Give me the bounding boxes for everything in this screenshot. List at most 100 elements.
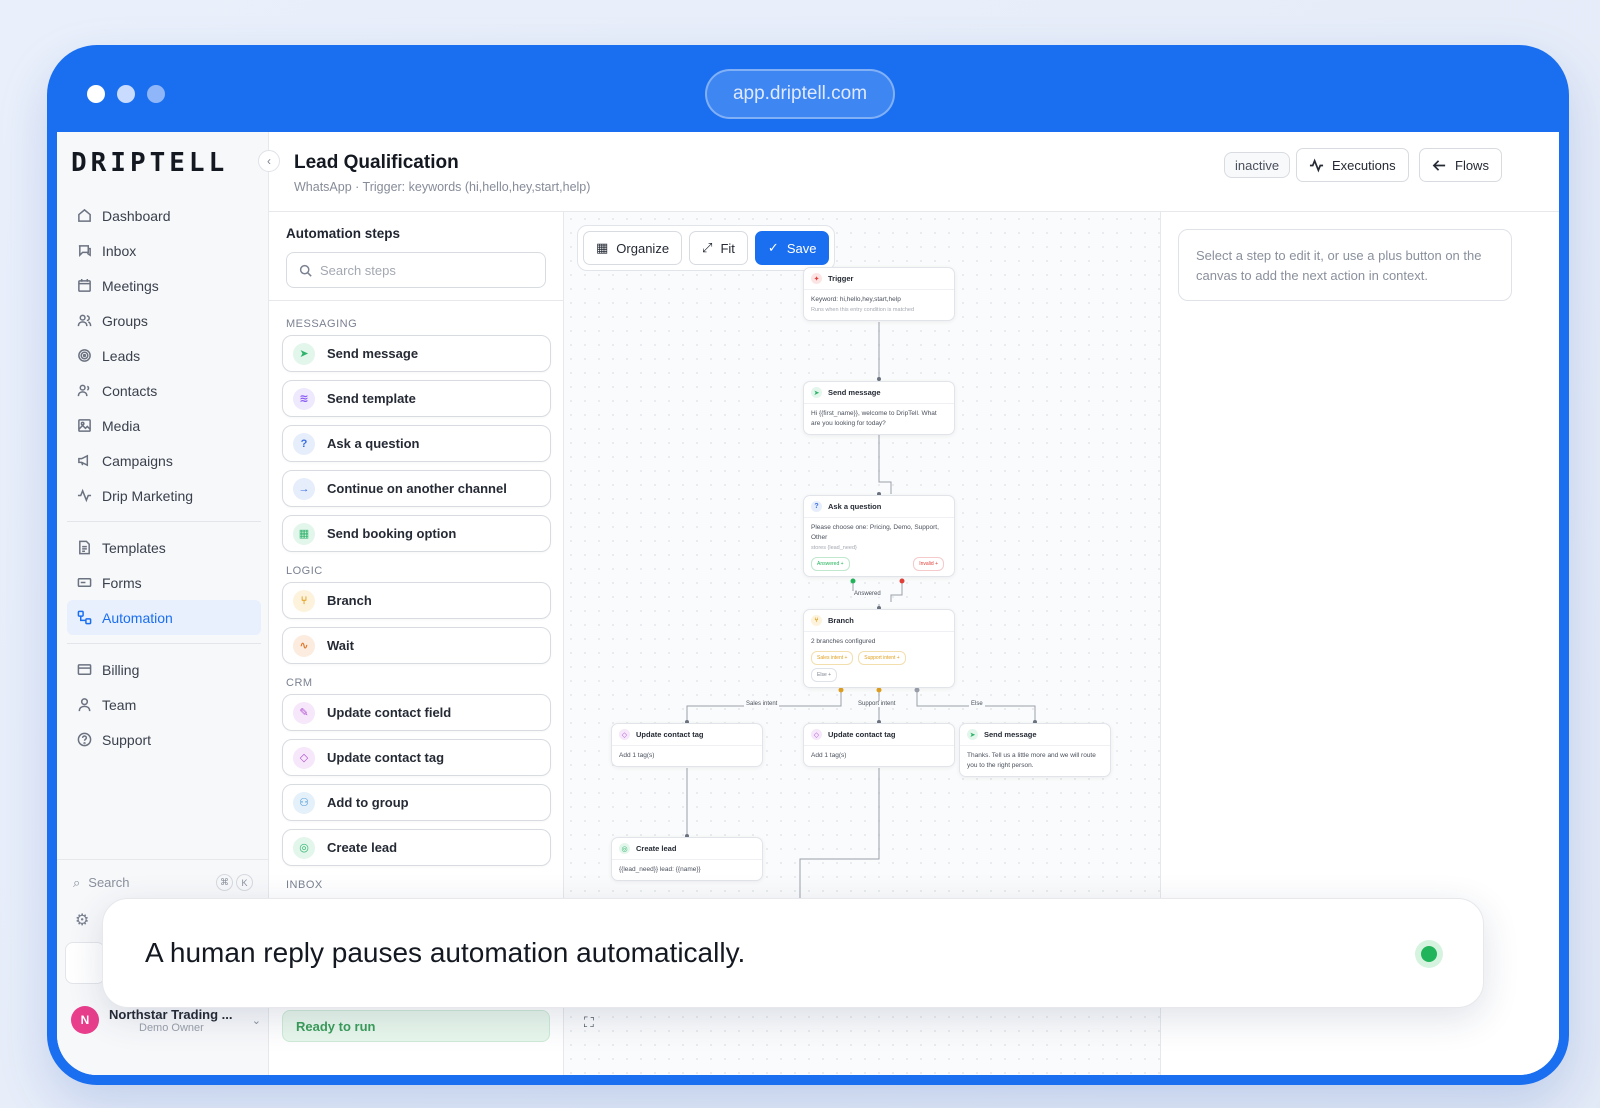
node-title: Update contact tag	[636, 730, 704, 739]
step-label: Ask a question	[327, 436, 420, 451]
node-body: Add 1 tag(s)	[619, 752, 655, 759]
account-switcher[interactable]: N Northstar Trading ... Demo Owner ⌄	[71, 1006, 261, 1034]
node-title: Update contact tag	[828, 730, 896, 739]
organize-button[interactable]: ▦ Organize	[583, 231, 683, 265]
card-icon	[77, 664, 92, 675]
sidebar-item-label: Meetings	[102, 277, 159, 294]
window-dot-close[interactable]	[87, 85, 105, 103]
node-title: Branch	[828, 616, 854, 625]
step-continue-on-another-channel[interactable]: → Continue on another channel	[282, 470, 551, 507]
fullscreen-icon[interactable]: ⛶	[584, 1014, 594, 1031]
step-send-template[interactable]: ≋ Send template	[282, 380, 551, 417]
sidebar-item-forms[interactable]: Forms	[67, 565, 261, 600]
collapse-sidebar-button[interactable]: ‹	[258, 150, 280, 172]
step-icon: ➤	[293, 342, 315, 365]
sidebar-item-dashboard[interactable]: Dashboard	[67, 198, 261, 233]
invalid-tag[interactable]: Invalid +	[913, 557, 944, 571]
step-icon: ▦	[293, 522, 315, 545]
flow-node-update-contact-tag[interactable]: ◇ Update contact tag Add 1 tag(s)	[803, 723, 955, 767]
flow-node-send-message[interactable]: ➤ Send message Thanks. Tell us a little m…	[959, 723, 1111, 777]
step-send-booking-option[interactable]: ▦ Send booking option	[282, 515, 551, 552]
flow-node-branch[interactable]: ⑂ Branch 2 branches configured Sales inte…	[803, 609, 955, 688]
step-label: Send message	[327, 346, 419, 361]
step-branch[interactable]: ⑂ Branch	[282, 582, 551, 619]
category-inbox: INBOX	[286, 879, 323, 890]
fit-label: Fit	[720, 240, 735, 256]
step-create-lead[interactable]: ◎ Create lead	[282, 829, 551, 866]
keyboard-shortcut: ⌘ K	[216, 874, 253, 891]
sidebar-item-drip-marketing[interactable]: Drip Marketing	[67, 478, 261, 513]
branch-tag[interactable]: Else +	[811, 668, 838, 682]
home-icon	[78, 208, 91, 222]
sidebar-item-contacts[interactable]: Contacts	[67, 373, 261, 408]
search-steps-input[interactable]: Search steps	[286, 252, 546, 288]
tag-icon: ◇	[619, 729, 630, 740]
gear-icon[interactable]: ⚙	[75, 910, 89, 930]
branch-tag[interactable]: Support intent +	[858, 651, 906, 665]
step-add-to-group[interactable]: ⚇ Add to group	[282, 784, 551, 821]
bolt-icon: ✦	[811, 273, 822, 284]
sidebar-item-media[interactable]: Media	[67, 408, 261, 443]
flows-button[interactable]: Flows	[1419, 148, 1502, 182]
organize-label: Organize	[616, 240, 670, 256]
grid-icon: ▦	[596, 240, 609, 255]
ready-to-run-status: Ready to run	[282, 1010, 550, 1042]
brand-logo[interactable]: DRIPTELL	[71, 148, 228, 178]
sidebar-item-label: Billing	[102, 661, 140, 678]
step-ask-a-question[interactable]: ? Ask a question	[282, 425, 551, 462]
node-title: Send message	[984, 730, 1037, 739]
step-update-contact-field[interactable]: ✎ Update contact field	[282, 694, 551, 731]
sidebar-item-groups[interactable]: Groups	[67, 303, 261, 338]
window-dot-minimize[interactable]	[117, 85, 135, 103]
address-bar[interactable]: app.driptell.com	[705, 69, 895, 119]
flows-label: Flows	[1455, 157, 1489, 173]
flow-node-send-message[interactable]: ➤ Send message Hi {{first_name}}, welcome…	[803, 381, 955, 435]
step-icon: ?	[293, 432, 315, 455]
sidebar-item-label: Templates	[102, 539, 166, 556]
branch-tag[interactable]: Sales intent +	[811, 651, 854, 665]
command-key: ⌘	[216, 874, 233, 891]
executions-button[interactable]: Executions	[1296, 148, 1409, 182]
answered-tag[interactable]: Answered +	[811, 557, 850, 571]
sidebar-item-billing[interactable]: Billing	[67, 652, 261, 687]
check-icon: ✓	[767, 240, 779, 255]
sidebar-item-inbox[interactable]: Inbox	[67, 233, 261, 268]
editor-hint: Select a step to edit it, or use a plus …	[1178, 229, 1512, 301]
category-messaging: MESSAGING	[286, 318, 358, 330]
flow-node-update-contact-tag[interactable]: ◇ Update contact tag Add 1 tag(s)	[611, 723, 763, 767]
step-label: Add to group	[327, 795, 409, 810]
node-title: Ask a question	[828, 502, 882, 511]
sidebar-item-templates[interactable]: Templates	[67, 530, 261, 565]
step-wait[interactable]: ∿ Wait	[282, 627, 551, 664]
sidebar-card[interactable]	[65, 942, 105, 984]
sidebar-item-campaigns[interactable]: Campaigns	[67, 443, 261, 478]
page-subtitle: WhatsApp · Trigger: keywords (hi,hello,h…	[294, 180, 591, 194]
step-update-contact-tag[interactable]: ◇ Update contact tag	[282, 739, 551, 776]
sidebar-item-support[interactable]: Support	[67, 722, 261, 757]
window-dot-maximize[interactable]	[147, 85, 165, 103]
page-title: Lead Qualification	[294, 152, 459, 173]
flow-node-create-lead[interactable]: ◎ Create lead {{lead_need}} lead: {{name}…	[611, 837, 763, 881]
sidebar-item-meetings[interactable]: Meetings	[67, 268, 261, 303]
send-icon: ➤	[811, 387, 822, 398]
sidebar-item-label: Groups	[102, 312, 148, 329]
sidebar-item-label: Team	[102, 696, 137, 713]
flow-node-trigger[interactable]: ✦ Trigger Keyword: hi,hello,hey,start,hel…	[803, 267, 955, 321]
sidebar-item-team[interactable]: Team	[67, 687, 261, 722]
node-body: 2 branches configured	[811, 638, 876, 645]
fit-button[interactable]: ⤢ Fit	[689, 231, 748, 265]
send-icon: ➤	[967, 729, 978, 740]
flow-node-ask-question[interactable]: ? Ask a question Please choose one: Prici…	[803, 495, 955, 577]
node-title: Trigger	[828, 274, 854, 283]
page-header: Lead Qualification WhatsApp · Trigger: k…	[269, 132, 1559, 212]
help-icon	[77, 732, 92, 747]
sidebar-item-label: Contacts	[102, 382, 158, 399]
sidebar-item-leads[interactable]: Leads	[67, 338, 261, 373]
step-send-message[interactable]: ➤ Send message	[282, 335, 551, 372]
sidebar-search-label: Search	[88, 875, 130, 890]
sidebar-item-automation[interactable]: Automation	[67, 600, 261, 635]
file-icon	[79, 540, 90, 555]
sidebar-item-label: Automation	[102, 609, 173, 626]
save-button[interactable]: ✓ Save	[754, 231, 830, 265]
megaphone-icon	[78, 454, 89, 467]
